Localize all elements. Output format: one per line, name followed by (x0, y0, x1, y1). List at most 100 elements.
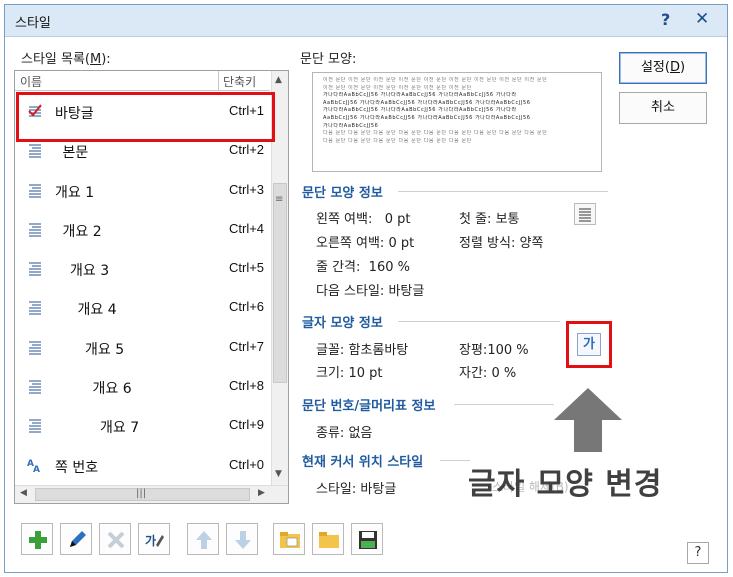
style-shortcut: Ctrl+9 (229, 417, 265, 433)
preview-line: 이전 문단 이전 문단 이전 문단 이전 문단 이전 문단 이전 문단 (323, 84, 472, 91)
paragraph-style-icon (27, 339, 43, 355)
svg-text:가: 가 (145, 533, 156, 548)
delete-style-button[interactable] (99, 523, 131, 555)
paragraph-align-icon (579, 208, 591, 222)
style-list-item[interactable]: 개요 7 Ctrl+9 (15, 406, 270, 445)
left-margin-info: 왼쪽 여백: 0 pt (316, 212, 411, 227)
char-shape-button-highlight: 가 (566, 321, 612, 368)
style-list-header: 이름 단축키 (15, 71, 270, 91)
preview-line: AaBbCcJJ56 가나다라AaBbCcJJ56 가나다라AaBbCcJJ56… (323, 114, 531, 121)
style-list-item[interactable]: 개요 3 Ctrl+5 (15, 249, 270, 288)
annotation-arrow-icon (554, 388, 622, 452)
preview-line: 가나다라AaBbCcJJ56 (323, 122, 379, 129)
style-name: 개요 1 (55, 184, 95, 201)
paragraph-preview: 이전 문단 이전 문단 이전 문단 이전 문단 이전 문단 이전 문단 이전 문… (312, 72, 602, 172)
grip-icon: ≡ (275, 194, 284, 205)
style-name: 본문 (62, 145, 89, 162)
title-bar: 스타일 ? ✕ (5, 5, 727, 37)
help-icon[interactable]: ? (661, 10, 670, 29)
arrow-up-icon (196, 531, 212, 549)
paragraph-info-title: 문단 모양 정보 (302, 186, 383, 201)
scroll-left-icon[interactable]: ◀ (20, 488, 27, 498)
preview-line: AaBbCcJJ56 가나다라AaBbCcJJ56 가나다라AaBbCcJJ56… (323, 99, 531, 106)
style-name: 개요 4 (77, 302, 117, 319)
style-shortcut: Ctrl+5 (229, 260, 265, 276)
section-divider (398, 321, 560, 322)
style-list-rows: 바탕글 Ctrl+1 본문 Ctrl+2 개요 1 Ctrl+3 개요 2 Ctrl+4 개요 … (15, 92, 270, 485)
next-style-info: 다음 스타일: 바탕글 (316, 284, 425, 299)
help-button[interactable]: ? (687, 542, 709, 564)
preview-line: 다음 문단 다음 문단 다음 문단 다음 문단 다음 문단 다음 문단 다음 문… (323, 130, 548, 137)
style-list-label: 스타일 목록(M): (21, 52, 111, 67)
svg-text:A: A (33, 465, 40, 473)
close-icon[interactable]: ✕ (695, 9, 709, 29)
style-list-item[interactable]: 개요 4 Ctrl+6 (15, 288, 270, 327)
save-style-button[interactable] (351, 523, 383, 555)
right-margin-info: 오른쪽 여백: 0 pt (316, 236, 415, 251)
style-list-item[interactable]: 개요 5 Ctrl+7 (15, 328, 270, 367)
add-style-button[interactable] (21, 523, 53, 555)
folder-icon (319, 532, 339, 548)
style-shortcut: Ctrl+3 (229, 181, 265, 197)
preview-line: 다음 문단 다음 문단 다음 문단 다음 문단 다음 문단 다음 문단 (323, 137, 472, 144)
paragraph-style-icon (27, 260, 43, 276)
annotation-text: 글자 모양 변경 (468, 467, 663, 502)
style-shortcut: Ctrl+8 (229, 378, 265, 394)
style-shortcut: Ctrl+2 (229, 142, 265, 158)
char-width-info: 장평:100 % (459, 343, 529, 358)
scroll-thumb[interactable]: ≡ (273, 183, 287, 383)
style-list-item[interactable]: 개요 1 Ctrl+3 (15, 171, 270, 210)
arrow-down-icon (235, 531, 251, 549)
style-list-item[interactable]: AA 쪽 번호 Ctrl+0 (15, 446, 270, 485)
character-style-icon: AA (27, 457, 43, 475)
scroll-down-icon[interactable]: ▼ (275, 469, 282, 479)
style-name: 개요 3 (70, 263, 110, 280)
preview-line: 가나다라AaBbCcJJ56 가나다라AaBbCcJJ56 가나다라AaBbCc… (323, 92, 517, 99)
style-name: 개요 6 (92, 381, 132, 398)
move-up-button[interactable] (187, 523, 219, 555)
open-style-button[interactable] (312, 523, 344, 555)
cursor-style-title: 현재 커서 위치 스타일 (302, 455, 424, 470)
style-name: 개요 2 (62, 223, 102, 240)
line-spacing-info: 줄 간격: 160 % (316, 260, 410, 275)
paragraph-shape-button[interactable] (574, 203, 596, 225)
style-name: 개요 7 (100, 420, 140, 437)
column-shortcut-header[interactable]: 단축키 (218, 71, 256, 90)
import-style-button[interactable] (273, 523, 305, 555)
preview-line: 이전 문단 이전 문단 이전 문단 이전 문단 이전 문단 이전 문단 이전 문… (323, 77, 548, 83)
redefine-style-button[interactable]: 가 (138, 523, 170, 555)
char-info-title: 글자 모양 정보 (302, 316, 383, 331)
style-list-item[interactable]: 개요 6 Ctrl+8 (15, 367, 270, 406)
redefine-style-icon: 가 (145, 533, 164, 548)
char-shape-button[interactable]: 가 (577, 333, 601, 356)
char-spacing-info: 자간: 0 % (459, 366, 517, 381)
style-shortcut: Ctrl+6 (229, 299, 265, 315)
style-list-item[interactable]: 개요 2 Ctrl+4 (15, 210, 270, 249)
move-down-button[interactable] (226, 523, 258, 555)
style-name: 개요 5 (85, 341, 125, 358)
scroll-up-icon[interactable]: ▲ (275, 75, 282, 85)
paragraph-style-icon (27, 299, 43, 316)
first-line-info: 첫 줄: 보통 (459, 212, 520, 227)
column-name-header[interactable]: 이름 (20, 73, 42, 90)
cursor-style-info: 스타일: 바탕글 (316, 482, 397, 497)
font-size-info: 크기: 10 pt (316, 366, 383, 381)
section-divider (440, 460, 470, 461)
section-divider (454, 404, 554, 405)
edit-style-button[interactable] (60, 523, 92, 555)
numbering-kind-info: 종류: 없음 (316, 426, 373, 441)
horizontal-scrollbar[interactable]: ◀ ||| ▶ (15, 485, 288, 503)
paragraph-style-icon (27, 221, 43, 237)
set-button[interactable]: 설정(D) (619, 52, 707, 84)
folder-import-icon (280, 532, 300, 548)
style-shortcut: Ctrl+4 (229, 220, 265, 236)
horizontal-scroll-thumb[interactable]: ||| (35, 488, 250, 501)
paragraph-style-icon (27, 142, 43, 158)
font-info: 글꼴: 함초롬바탕 (316, 343, 409, 358)
cancel-button[interactable]: 취소 (619, 92, 707, 124)
style-name: 쪽 번호 (55, 459, 99, 476)
paragraph-style-icon (27, 182, 43, 198)
scroll-right-icon[interactable]: ▶ (258, 488, 265, 498)
preview-line: 가나다라AaBbCcJJ56 가나다라AaBbCcJJ56 가나다라AaBbCc… (323, 107, 517, 114)
style-shortcut: Ctrl+7 (229, 338, 265, 354)
